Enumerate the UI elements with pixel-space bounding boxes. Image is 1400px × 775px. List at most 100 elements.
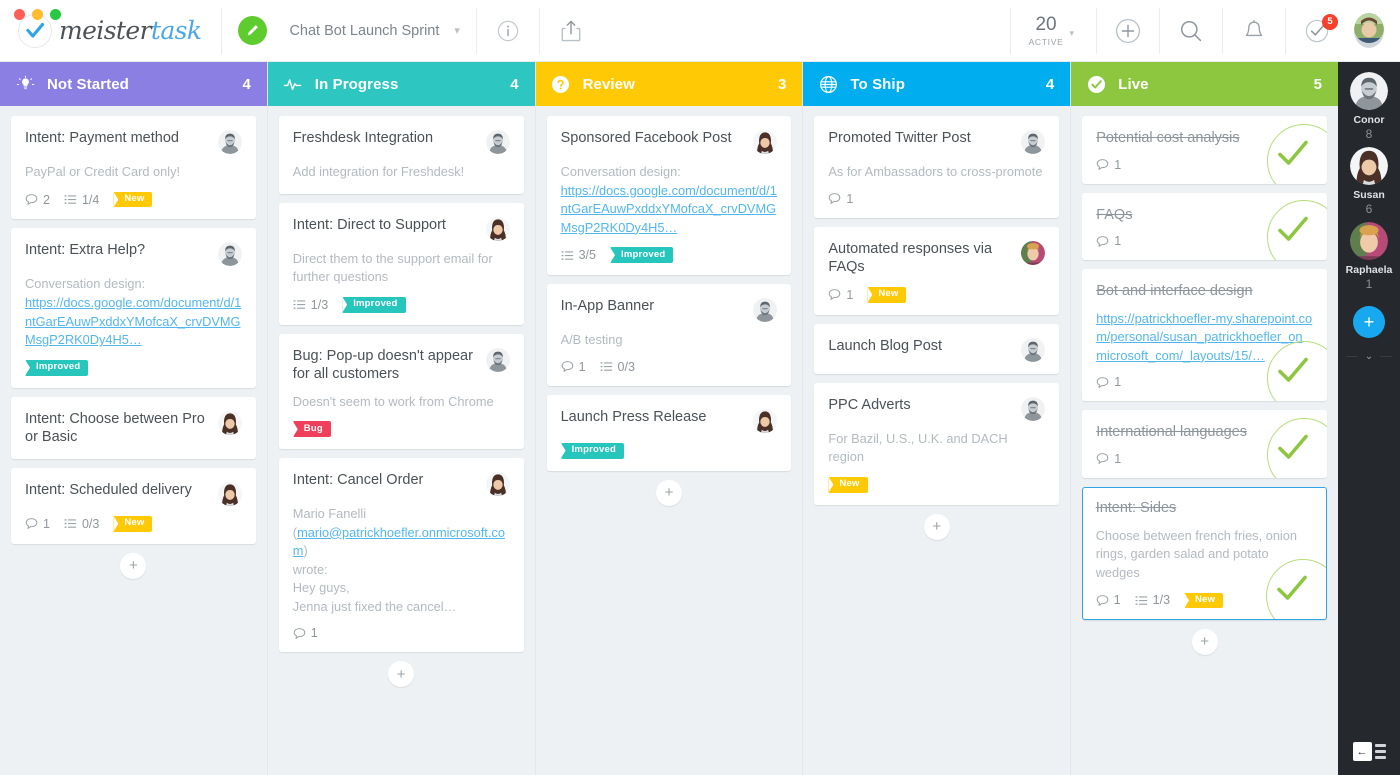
card-assignee-avatar[interactable] [485,130,510,154]
close-window-button[interactable] [14,9,25,20]
column-header-in-progress[interactable]: In Progress 4 [267,62,535,106]
card-tag-improved[interactable]: Improved [342,296,406,313]
card-meta: 1 [1096,158,1313,172]
card-assignee-avatar[interactable] [1021,130,1046,154]
card-title: Sponsored Facebook Post [560,130,732,146]
add-member-button[interactable]: + [1353,306,1385,338]
card-assignee-avatar[interactable] [1021,396,1046,421]
member-filter-raphaela[interactable]: Raphaela 1 [1346,222,1392,291]
card-tag-new[interactable]: New [113,515,153,532]
project-selector[interactable]: Chat Bot Launch Sprint ▾ [222,0,475,61]
card-email-link[interactable]: mario@patrickhoefler.onmicrosoft.com [293,525,505,559]
comment-count-value: 1 [1113,593,1121,608]
chevron-down-icon[interactable]: ⌄ [1358,345,1380,368]
task-card[interactable]: Intent: Sides Choose between french fries… [1082,486,1327,620]
card-header: Sponsored Facebook Post [561,129,778,154]
add-card-button[interactable]: + [388,661,415,688]
board-area: Not Started 4 Intent: Payment method PayPal… [0,62,1400,775]
card-tag-new[interactable]: New [1184,592,1224,609]
card-meta: 1 0/3 New [25,515,242,532]
task-card[interactable]: Intent: Scheduled delivery 1 0/3 New [11,467,256,544]
task-card[interactable]: In-App Banner A/B testing 1 0/3 [546,284,792,386]
card-header: International languages [1096,423,1313,442]
card-assignee-avatar[interactable] [1021,240,1046,265]
task-card[interactable]: International languages 1 [1082,410,1327,478]
pulse-icon [282,73,304,95]
member-filter-conor[interactable]: Conor 8 [1346,72,1393,141]
card-header: Bot and interface design [1096,282,1313,301]
card-description: A/B testing [561,331,778,350]
task-card[interactable]: Intent: Payment method PayPal or Credit C… [11,116,256,220]
task-card[interactable]: FAQs 1 [1082,192,1327,261]
member-filter-susan[interactable]: Susan 6 [1346,147,1393,216]
card-title: Intent: Direct to Support [292,216,446,233]
card-assignee-avatar[interactable] [485,347,510,372]
checklist-count-value: 0/3 [617,359,635,374]
card-tag-bug[interactable]: Bug [292,421,331,438]
active-count-label: ACTIVE [1028,36,1064,47]
card-tag-improved[interactable]: Improved [560,442,624,459]
card-link[interactable]: https://patrickhoefler-my.sharepoint.com… [1096,310,1313,366]
task-card[interactable]: Launch Press Release Improved [546,394,792,471]
card-title: Intent: Cancel Order [292,472,424,489]
card-meta: Improved [25,359,242,376]
card-header: Intent: Extra Help? [25,241,242,267]
active-tasks-filter[interactable]: 20 ACTIVE ▾ [1011,15,1096,47]
user-avatar[interactable] [1348,13,1400,48]
minimize-window-button[interactable] [32,9,43,20]
card-tag-new[interactable]: New [828,476,868,493]
task-card[interactable]: Automated responses via FAQs 1 New [814,226,1060,315]
card-assignee-avatar[interactable] [217,242,242,267]
task-card[interactable]: Intent: Extra Help? Conversation design: h… [11,228,256,388]
info-icon[interactable] [477,0,539,62]
task-card[interactable]: Intent: Direct to Support Direct them to … [278,202,524,325]
checklist-icon[interactable]: 5 [1286,0,1348,62]
column-cards: Intent: Payment method PayPal or Credit C… [0,106,267,775]
card-assignee-avatar[interactable] [217,481,242,506]
card-assignee-avatar[interactable] [485,472,510,497]
card-assignee-avatar[interactable] [753,130,778,154]
task-card[interactable]: Freshdesk Integration Add integration for… [278,116,524,194]
add-card-button[interactable]: + [120,552,147,579]
card-tag-new[interactable]: New [113,191,153,208]
task-card[interactable]: Potential cost analysis 1 [1082,116,1327,184]
card-assignee-avatar[interactable] [485,216,510,241]
card-header: Potential cost analysis [1096,129,1313,148]
task-card[interactable]: Bot and interface design https://patrickh… [1082,269,1327,402]
bell-icon[interactable] [1223,0,1285,62]
task-card[interactable]: Intent: Choose between Pro or Basic [11,396,256,459]
column-header-not-started[interactable]: Not Started 4 [0,62,267,106]
column-header-to-ship[interactable]: To Ship 4 [803,62,1071,106]
collapse-sidebar-button[interactable]: ← [1352,742,1386,761]
card-assignee-avatar[interactable] [217,410,242,435]
card-tag-improved[interactable]: Improved [609,247,674,264]
card-title: Intent: Sides [1095,500,1177,517]
card-assignee-avatar[interactable] [217,130,242,154]
maximize-window-button[interactable] [50,9,61,20]
comment-count-value: 1 [310,626,318,641]
plus-icon[interactable] [1097,0,1159,62]
card-assignee-avatar[interactable] [1021,337,1046,362]
add-card-button[interactable]: + [1191,628,1218,655]
card-link[interactable]: https://docs.google.com/document/d/1ntGa… [25,294,242,350]
task-card[interactable]: Bug: Pop-up doesn't appear for all custo… [278,333,524,450]
card-assignee-avatar[interactable] [753,408,778,433]
card-tag-improved[interactable]: Improved [25,359,89,376]
chevron-down-icon[interactable]: ▾ [454,24,460,37]
card-tag-new[interactable]: New [867,286,907,303]
task-card[interactable]: PPC Adverts For Bazil, U.S., U.K. and DAC… [814,382,1060,505]
share-icon[interactable] [540,0,602,62]
task-card[interactable]: Launch Blog Post [814,323,1060,374]
task-card[interactable]: Promoted Twitter Post As for Ambassadors … [814,116,1060,218]
add-card-button[interactable]: + [923,513,950,540]
chevron-down-icon[interactable]: ▾ [1069,28,1074,39]
column-header-review[interactable]: Review 3 [535,62,803,106]
column-header-live[interactable]: Live 5 [1071,62,1338,106]
card-assignee-avatar[interactable] [753,298,778,323]
add-card-button[interactable]: + [655,479,682,506]
card-link[interactable]: https://docs.google.com/document/d/1ntGa… [561,182,778,238]
search-icon[interactable] [1160,0,1222,62]
card-description-line: Conversation design: [25,276,146,292]
task-card[interactable]: Intent: Cancel Order Mario Fanelli (mario@… [278,458,524,653]
task-card[interactable]: Sponsored Facebook Post Conversation desi… [546,116,792,276]
